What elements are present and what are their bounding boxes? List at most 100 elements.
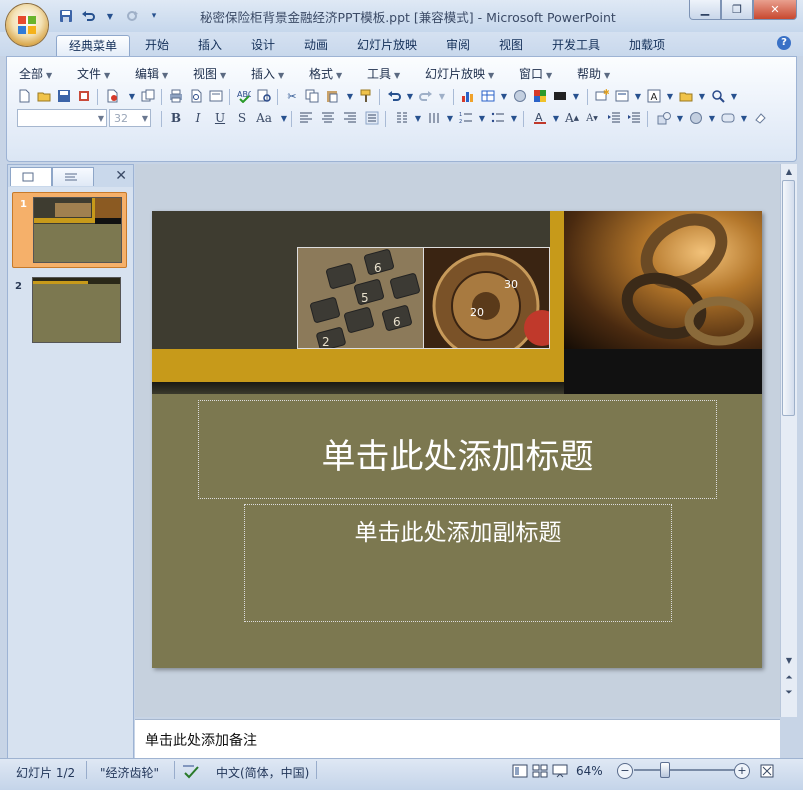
format-painter-icon[interactable]	[357, 87, 375, 105]
zoom-out-button[interactable]: −	[617, 763, 633, 779]
tab-review[interactable]: 审阅	[437, 35, 479, 56]
zoom-slider[interactable]	[634, 769, 736, 771]
theme-name[interactable]: "经济齿轮"	[100, 764, 159, 781]
window-title: 秘密保险柜背景金融经济PPT模板.ppt [兼容模式] - Microsoft …	[200, 10, 616, 25]
slide-layout-icon[interactable]	[207, 87, 225, 105]
zoom-slider-knob[interactable]	[660, 762, 670, 778]
close-pane-icon[interactable]: ✕	[115, 168, 127, 184]
dropdown-arrow-icon[interactable]: ▼	[725, 87, 743, 105]
menu-help[interactable]: 帮助 ▼	[577, 65, 610, 82]
tab-animation[interactable]: 动画	[295, 35, 337, 56]
increase-indent-icon[interactable]	[625, 109, 643, 127]
print-icon[interactable]	[167, 87, 185, 105]
help-icon[interactable]: ?	[777, 36, 791, 50]
shrink-font-icon[interactable]: A ▼	[583, 109, 601, 127]
shape-fill-icon[interactable]	[751, 109, 769, 127]
dropdown-arrow-icon[interactable]: ▼	[505, 109, 523, 127]
font-size-combo[interactable]: 32 ▼	[109, 109, 151, 127]
menu-slideshow[interactable]: 幻灯片放映 ▼	[425, 65, 494, 82]
font-name-combo[interactable]: ▼	[17, 109, 107, 127]
cut-icon[interactable]: ✂	[283, 87, 301, 105]
dropdown-arrow-icon[interactable]: ▼	[102, 8, 118, 24]
paste-icon[interactable]	[323, 87, 341, 105]
language-indicator[interactable]: 中文(简体，中国)	[216, 764, 309, 781]
preview-icon[interactable]	[187, 87, 205, 105]
slide-thumbnail-1[interactable]: 1	[12, 192, 127, 268]
color-grayscale-icon[interactable]	[531, 87, 549, 105]
previous-slide-icon[interactable]: ⏶	[781, 671, 797, 685]
new-icon[interactable]	[15, 87, 33, 105]
slide-sorter-icon[interactable]	[532, 764, 548, 781]
customize-qat-icon[interactable]: ▾	[146, 8, 162, 24]
minimize-button[interactable]: ▁	[689, 0, 721, 20]
title-placeholder[interactable]: 单击此处添加标题	[198, 400, 717, 499]
spelling-icon[interactable]: ABC	[235, 87, 253, 105]
menu-edit[interactable]: 编辑 ▼	[135, 65, 168, 82]
decrease-indent-icon[interactable]	[605, 109, 623, 127]
dropdown-arrow-icon[interactable]: ▼	[433, 87, 451, 105]
zoom-in-button[interactable]: +	[734, 763, 750, 779]
align-left-icon[interactable]	[297, 109, 315, 127]
menu-file[interactable]: 文件 ▼	[77, 65, 110, 82]
menu-tools[interactable]: 工具 ▼	[367, 65, 400, 82]
clipart-icon[interactable]	[511, 87, 529, 105]
undo-icon[interactable]	[80, 8, 96, 24]
office-button[interactable]	[6, 4, 48, 46]
close-button[interactable]: ✕	[753, 0, 797, 20]
open-icon[interactable]	[35, 87, 53, 105]
save-icon[interactable]	[55, 87, 73, 105]
menu-insert[interactable]: 插入 ▼	[251, 65, 284, 82]
notes-pane[interactable]: 单击此处添加备注	[135, 719, 780, 758]
menu-view[interactable]: 视图 ▼	[193, 65, 226, 82]
scroll-thumb[interactable]	[782, 180, 795, 416]
scroll-up-icon[interactable]: ▲	[781, 165, 797, 179]
chart-icon[interactable]	[459, 87, 477, 105]
justify-icon[interactable]	[363, 109, 381, 127]
dropdown-arrow-icon: ▼	[488, 71, 495, 80]
tab-home[interactable]: 开始	[136, 35, 178, 56]
calculator-photo: 6 5 6 2	[297, 247, 424, 349]
underline-button[interactable]: U	[211, 109, 229, 127]
tab-view[interactable]: 视图	[490, 35, 532, 56]
permission-icon[interactable]	[75, 87, 93, 105]
grow-font-icon[interactable]: A ▲	[563, 109, 581, 127]
shadow-button[interactable]: S	[233, 109, 251, 127]
normal-view-icon[interactable]	[512, 764, 528, 781]
subtitle-placeholder[interactable]: 单击此处添加副标题	[244, 504, 672, 622]
vertical-scrollbar[interactable]: ▲ ▼ ⏶ ⏷	[780, 164, 797, 717]
tab-classic-menu[interactable]: 经典菜单	[56, 35, 130, 57]
maximize-button[interactable]: ❐	[721, 0, 753, 20]
slide-thumbnail-2[interactable]	[32, 277, 121, 343]
restore-icon: ❐	[732, 3, 742, 16]
menu-all[interactable]: 全部 ▼	[19, 65, 52, 82]
tab-slideshow[interactable]: 幻灯片放映	[350, 35, 424, 56]
align-center-icon[interactable]	[319, 109, 337, 127]
menu-format[interactable]: 格式 ▼	[309, 65, 342, 82]
dropdown-arrow-icon[interactable]: ▼	[567, 87, 585, 105]
scroll-down-icon[interactable]: ▼	[781, 654, 797, 668]
save-icon[interactable]	[58, 8, 74, 24]
copy-icon[interactable]	[303, 87, 321, 105]
change-case-button[interactable]: Aa	[253, 109, 275, 127]
research-icon[interactable]	[255, 87, 273, 105]
redo-icon[interactable]	[124, 8, 140, 24]
tab-insert[interactable]: 插入	[189, 35, 231, 56]
new-slide-icon[interactable]: ✱	[593, 87, 611, 105]
tab-slides[interactable]	[10, 167, 52, 186]
tab-outline[interactable]	[52, 167, 94, 186]
bold-button[interactable]: B	[167, 109, 185, 127]
print-preview-icon[interactable]	[103, 87, 121, 105]
spell-check-icon[interactable]	[182, 764, 200, 783]
tab-design[interactable]: 设计	[242, 35, 284, 56]
tab-addins[interactable]: 加载项	[620, 35, 674, 56]
zoom-level[interactable]: 64%	[576, 764, 603, 778]
standard-toolbar: ▼ ABC ✂ ▼ ▼ ▼ ▼ ▼ ✱ ▼ A ▼ ▼ ▼	[15, 87, 790, 107]
italic-button[interactable]: I	[189, 109, 207, 127]
slideshow-icon[interactable]	[552, 764, 568, 781]
align-right-icon[interactable]	[341, 109, 359, 127]
next-slide-icon[interactable]: ⏷	[781, 686, 797, 700]
tab-developer[interactable]: 开发工具	[543, 35, 609, 56]
menu-window[interactable]: 窗口 ▼	[519, 65, 552, 82]
fit-to-window-icon[interactable]	[760, 764, 774, 781]
copy-format-icon[interactable]	[139, 87, 157, 105]
